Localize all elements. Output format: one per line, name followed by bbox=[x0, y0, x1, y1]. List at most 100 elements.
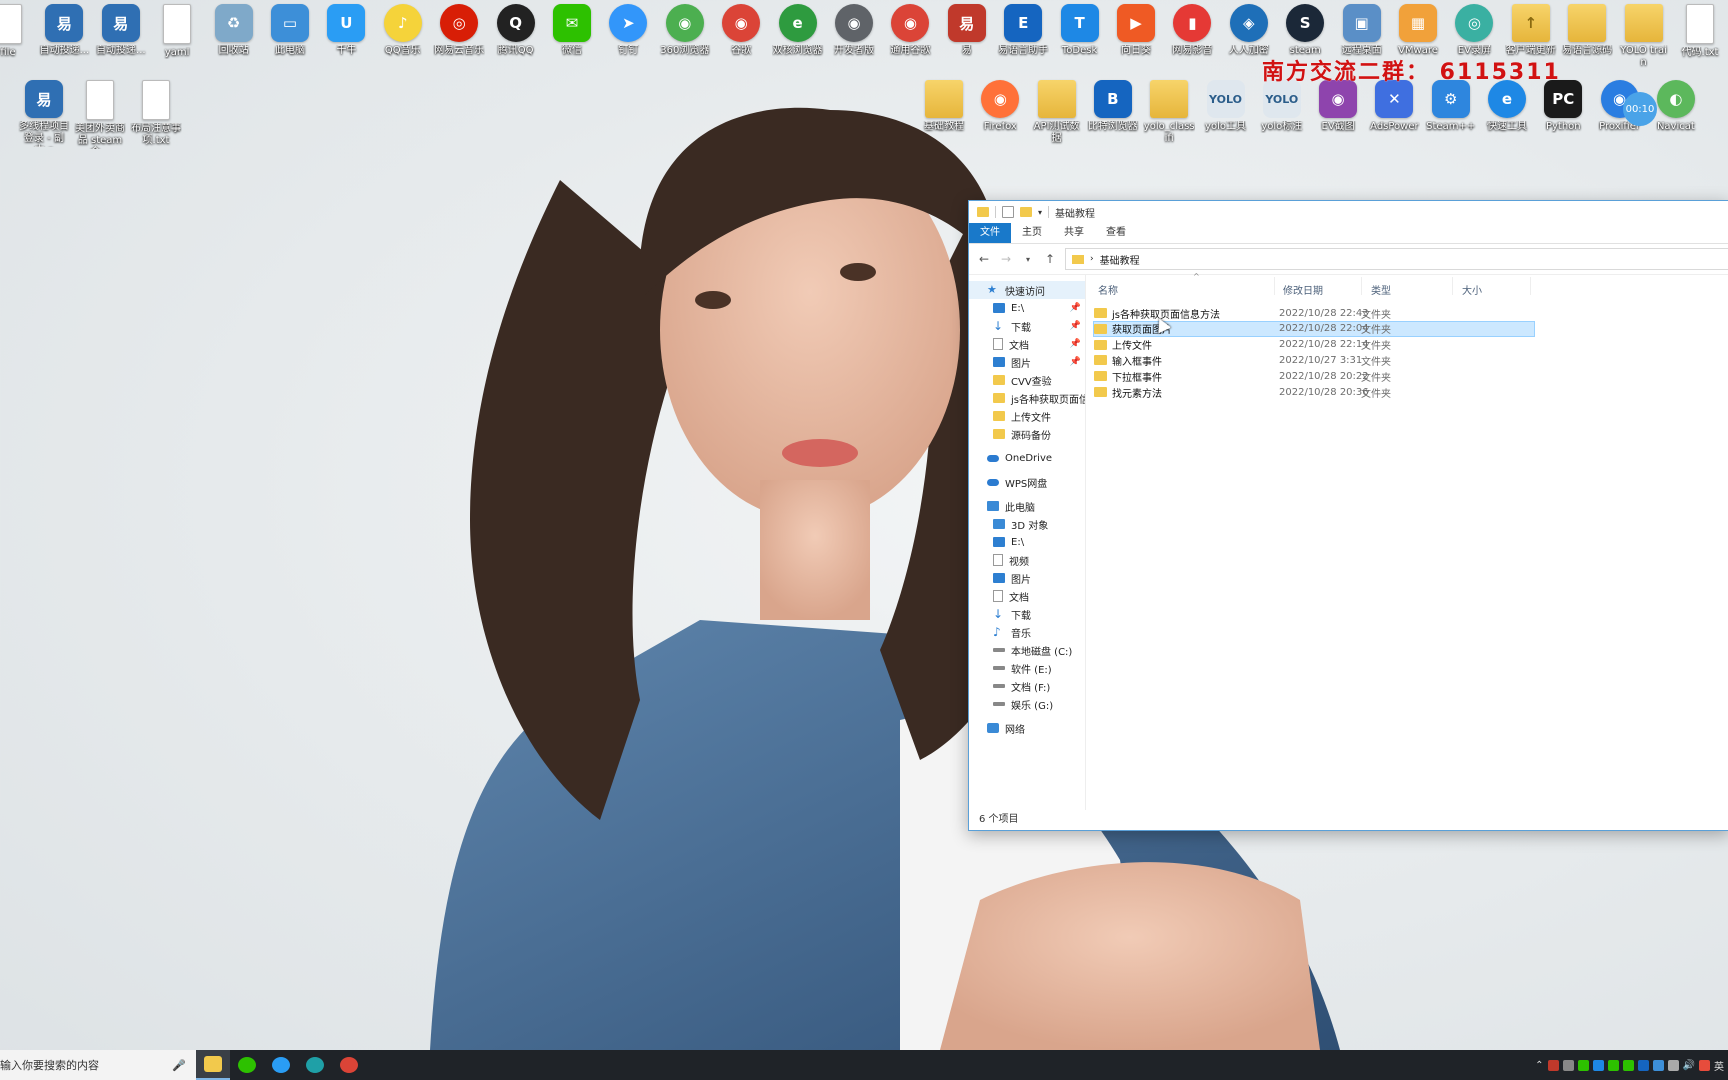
nav-recent-folder[interactable]: 上传文件 bbox=[969, 407, 1085, 425]
tray-app-icon[interactable] bbox=[1652, 1059, 1664, 1071]
title-bar[interactable]: ▾ 基础教程 bbox=[969, 201, 1728, 223]
forward-arrow-icon[interactable]: → bbox=[999, 252, 1013, 266]
desktop-icon[interactable]: YOLO yolo工具 bbox=[1200, 80, 1252, 133]
tray-app-icon[interactable] bbox=[1637, 1059, 1649, 1071]
pin-icon[interactable]: 📌 bbox=[1070, 321, 1081, 331]
nav-pc-item[interactable]: 本地磁盘 (C:) bbox=[969, 641, 1085, 659]
desktop-icon[interactable]: 易多线程项目登录 - 副本.e bbox=[18, 80, 70, 147]
tray-app-icon[interactable] bbox=[1622, 1059, 1634, 1071]
desktop-icon[interactable]: ➤ 钉钉 bbox=[602, 4, 654, 57]
desktop-icon[interactable]: Ssteam bbox=[1279, 4, 1331, 57]
nav-recent-folder[interactable]: CVV查验 bbox=[969, 371, 1085, 389]
desktop-icon[interactable]: ▭ 此电脑 bbox=[264, 4, 316, 57]
desktop-icon[interactable]: YOLO yolo标注 bbox=[1256, 80, 1308, 133]
desktop-icon[interactable]: ◈ 人人加密 bbox=[1223, 4, 1275, 57]
nav-recent-folder[interactable]: js各种获取页面信息 bbox=[969, 389, 1085, 407]
desktop-icon[interactable]: PC Python bbox=[1537, 80, 1589, 133]
taskbar-chrome[interactable] bbox=[332, 1050, 366, 1080]
chevron-down-icon[interactable]: ▾ bbox=[1038, 208, 1042, 217]
desktop-icon[interactable]: ◉ EV截图 bbox=[1312, 80, 1364, 133]
file-row[interactable]: 找元素方法 2022/10/28 20:36 文件夹 bbox=[1094, 384, 1534, 400]
desktop-icon[interactable]: yolo_classifi bbox=[1143, 80, 1195, 145]
desktop-icon[interactable]: ▣ 远程桌面 bbox=[1336, 4, 1388, 57]
taskbar-search[interactable]: 输入你要搜索的内容 🎤 bbox=[0, 1050, 196, 1080]
tray-app-icon[interactable] bbox=[1592, 1059, 1604, 1071]
breadcrumb[interactable]: 基础教程 bbox=[1100, 252, 1140, 267]
nav-pc-item[interactable]: 图片 bbox=[969, 569, 1085, 587]
desktop-icon[interactable]: Q 腾讯QQ bbox=[490, 4, 542, 57]
tab-file[interactable]: 文件 bbox=[969, 223, 1011, 243]
chevron-up-icon[interactable]: ⌃ bbox=[1535, 1060, 1543, 1071]
desktop-icon[interactable]: ▦ VMware bbox=[1392, 4, 1444, 57]
desktop-icon[interactable]: YOLO train bbox=[1618, 4, 1670, 69]
file-row[interactable]: 下拉框事件 2022/10/28 20:22 文件夹 bbox=[1094, 368, 1534, 384]
desktop-icon[interactable]: e 双核浏览器 bbox=[772, 4, 824, 57]
desktop-icon[interactable]: U 千牛 bbox=[320, 4, 372, 57]
col-size[interactable]: 大小 bbox=[1462, 282, 1482, 297]
nav-pc-item[interactable]: ♪ 音乐 bbox=[969, 623, 1085, 641]
back-arrow-icon[interactable]: ← bbox=[977, 252, 991, 266]
recent-chevron-icon[interactable]: ▾ bbox=[1021, 255, 1035, 264]
nav-pc-item[interactable]: 3D 对象 bbox=[969, 515, 1085, 533]
desktop-icon[interactable]: ✉ 微信 bbox=[546, 4, 598, 57]
nav-pc-item[interactable]: 软件 (E:) bbox=[969, 659, 1085, 677]
nav-pc-item[interactable]: 文档 (F:) bbox=[969, 677, 1085, 695]
desktop-icon[interactable]: T ToDesk bbox=[1054, 4, 1106, 57]
nav-pc-item[interactable]: 文档 bbox=[969, 587, 1085, 605]
desktop-icon[interactable]: ▮ 网易影音 bbox=[1166, 4, 1218, 57]
nav-pc-item[interactable]: E:\ bbox=[969, 533, 1085, 551]
breadcrumb-chevron-icon[interactable]: › bbox=[1090, 254, 1094, 264]
desktop-icon[interactable]: ◎ EV录屏 bbox=[1448, 4, 1500, 57]
nav-quick-access[interactable]: ★ 快速访问 bbox=[969, 281, 1085, 299]
new-folder-icon[interactable] bbox=[1020, 207, 1032, 217]
nav-pc-item[interactable]: 视频 bbox=[969, 551, 1085, 569]
pin-icon[interactable]: 📌 bbox=[1070, 357, 1081, 367]
desktop-icon[interactable]: 易自动投递... bbox=[95, 4, 147, 57]
desktop-icon[interactable]: 基础教程 bbox=[918, 80, 970, 133]
desktop-icon[interactable]: 美团外卖商品 steam令... bbox=[74, 80, 126, 149]
desktop-icon[interactable]: ◉ 通用谷歌 bbox=[884, 4, 936, 57]
nav-onedrive[interactable]: OneDrive bbox=[969, 449, 1085, 467]
desktop-icon[interactable]: ↑ 客户端更新 bbox=[1505, 4, 1557, 57]
nav-wps-drive[interactable]: WPS网盘 bbox=[969, 473, 1085, 491]
taskbar-qianniu[interactable] bbox=[264, 1050, 298, 1080]
tray-app-icon[interactable] bbox=[1607, 1059, 1619, 1071]
nav-pinned-item[interactable]: 图片 📌 bbox=[969, 353, 1085, 371]
desktop-icon[interactable]: 布局注意事项.txt bbox=[130, 80, 182, 147]
up-arrow-icon[interactable]: ↑ bbox=[1043, 252, 1057, 266]
nav-recent-folder[interactable]: 源码备份 bbox=[969, 425, 1085, 443]
nav-pinned-item[interactable]: 文档 📌 bbox=[969, 335, 1085, 353]
tab-view[interactable]: 查看 bbox=[1095, 223, 1137, 243]
desktop-icon[interactable]: ♻ 回收站 bbox=[208, 4, 260, 57]
tray-app-icon[interactable] bbox=[1547, 1059, 1559, 1071]
nav-network[interactable]: 网络 bbox=[969, 719, 1085, 737]
ime-language[interactable]: 英 bbox=[1714, 1058, 1724, 1073]
desktop-icon[interactable]: ⚙ Steam++ bbox=[1425, 80, 1477, 133]
col-type[interactable]: 类型 bbox=[1371, 282, 1391, 297]
desktop-icon[interactable]: 易语言源码 bbox=[1561, 4, 1613, 57]
desktop-icon[interactable]: ◉ 开发者版 bbox=[828, 4, 880, 57]
explorer-window[interactable]: ▾ 基础教程 文件 主页 共享 查看 ← → ▾ ↑ › 基础教程 ★ 快速访问 E… bbox=[968, 200, 1728, 831]
tray-wechat-icon[interactable] bbox=[1577, 1059, 1589, 1071]
taskbar-wechat[interactable] bbox=[230, 1050, 264, 1080]
desktop-icon[interactable]: ◉ 谷歌 bbox=[715, 4, 767, 57]
desktop-icon[interactable]: ♪ QQ音乐 bbox=[377, 4, 429, 57]
taskbar-edge[interactable] bbox=[298, 1050, 332, 1080]
col-name[interactable]: 名称 bbox=[1098, 282, 1118, 297]
col-date[interactable]: 修改日期 bbox=[1283, 282, 1323, 297]
desktop-icon[interactable]: e 快速工具 bbox=[1481, 80, 1533, 133]
network-icon[interactable] bbox=[1667, 1059, 1679, 1071]
pin-icon[interactable]: 📌 bbox=[1070, 339, 1081, 349]
tray-app-icon[interactable] bbox=[1562, 1059, 1574, 1071]
desktop-icon[interactable]: ◐ Navicat bbox=[1650, 80, 1702, 133]
desktop-icon[interactable]: 易自动投递... bbox=[38, 4, 90, 57]
taskbar-file-explorer[interactable] bbox=[196, 1050, 230, 1080]
tab-home[interactable]: 主页 bbox=[1011, 223, 1053, 243]
desktop-icon[interactable]: ▶ 向日葵 bbox=[1110, 4, 1162, 57]
file-row[interactable]: 上传文件 2022/10/28 22:14 文件夹 bbox=[1094, 337, 1534, 353]
desktop-icon[interactable]: ◎ 网易云音乐 bbox=[433, 4, 485, 57]
nav-this-pc[interactable]: 此电脑 bbox=[969, 497, 1085, 515]
desktop-icon[interactable]: ◉ 360浏览器 bbox=[659, 4, 711, 57]
desktop-icon[interactable]: ✕ AdsPower bbox=[1368, 80, 1420, 133]
file-row[interactable]: 输入框事件 2022/10/27 3:31 文件夹 bbox=[1094, 352, 1534, 368]
